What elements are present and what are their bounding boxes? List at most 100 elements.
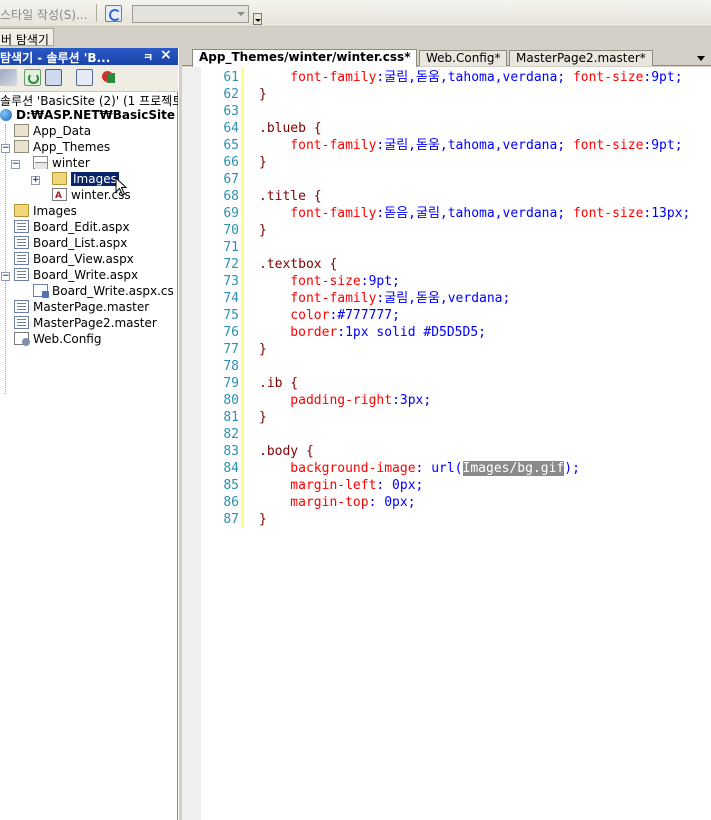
css-value: :돋음,굴림,tahoma,verdana; xyxy=(376,206,573,221)
toolbar-separator xyxy=(96,4,97,22)
tool-window-bar: 버 탐색기 xyxy=(0,27,711,47)
code-text: font-size:9pt; xyxy=(259,273,400,290)
code-line[interactable]: 69 font-family:돋음,굴림,tahoma,verdana; fon… xyxy=(182,205,711,222)
code-line[interactable]: 64 .blueb { xyxy=(182,120,711,137)
toolbar-overflow-icon[interactable] xyxy=(253,13,262,25)
tree-item-label: Web.Config xyxy=(33,332,102,346)
css-property: color xyxy=(259,308,330,323)
tree-item-app-themes[interactable]: App_Themes xyxy=(14,139,110,155)
tree-item-board-list[interactable]: Board_List.aspx xyxy=(14,235,127,251)
code-line[interactable]: 74 font-family:굴림,돋움,verdana; xyxy=(182,290,711,307)
code-line[interactable]: 73 font-size:9pt; xyxy=(182,273,711,290)
code-text: color:#777777; xyxy=(259,307,400,324)
tree-item-winter[interactable]: winter xyxy=(33,155,90,171)
css-value: :13px; xyxy=(643,206,691,221)
css-property: background-image xyxy=(259,461,416,476)
code-line[interactable]: 67 xyxy=(182,171,711,188)
class-diagram-icon[interactable] xyxy=(100,69,116,86)
code-line[interactable]: 63 xyxy=(182,103,711,120)
code-line[interactable]: 66} xyxy=(182,154,711,171)
line-number: 67 xyxy=(223,172,239,187)
code-line[interactable]: 76 border:1px solid #D5D5D5; xyxy=(182,324,711,341)
tree-item-board-edit[interactable]: Board_Edit.aspx xyxy=(14,219,130,235)
code-text: } xyxy=(259,341,267,358)
solution-node[interactable]: 솔루션 'BasicSite (2)' (1 프로젝트) xyxy=(0,92,178,109)
tree-item-masterpage[interactable]: MasterPage.master xyxy=(14,299,149,315)
css-value: :#777777; xyxy=(329,308,400,323)
tree-item-app-data[interactable]: App_Data xyxy=(14,123,91,139)
line-number: 82 xyxy=(223,427,239,442)
code-line[interactable]: 78 xyxy=(182,358,711,375)
line-number: 69 xyxy=(223,206,239,221)
tree-item-images[interactable]: Images xyxy=(14,203,77,219)
code-line[interactable]: 80 padding-right:3px; xyxy=(182,392,711,409)
style-builder-label[interactable]: 스타일 작성(S)... xyxy=(0,4,97,23)
code-line[interactable]: 83 .body { xyxy=(182,443,711,460)
css-selector: .blueb { xyxy=(259,121,322,136)
line-number: 70 xyxy=(223,223,239,238)
tree-item-board-write[interactable]: Board_Write.aspx xyxy=(14,267,138,283)
tab-masterpage2[interactable]: MasterPage2.master* xyxy=(509,50,653,66)
code-line[interactable]: 81} xyxy=(182,409,711,426)
code-line[interactable]: 71 xyxy=(182,239,711,256)
tree-item-label: App_Data xyxy=(33,124,92,138)
css-property: border xyxy=(259,325,338,340)
code-line[interactable]: 85 margin-left: 0px; xyxy=(182,477,711,494)
tab-web-config[interactable]: Web.Config* xyxy=(419,50,508,66)
project-node[interactable]: D:₩ASP.NET₩BasicSite xyxy=(0,108,178,122)
code-editor[interactable]: 61 font-family:굴림,돋움,tahoma,verdana; fon… xyxy=(182,67,711,820)
css-property: margin-top xyxy=(259,495,369,510)
expand-icon[interactable]: + xyxy=(31,176,40,185)
properties-icon[interactable] xyxy=(0,69,17,86)
css-value: :1px solid #D5D5D5; xyxy=(337,325,486,340)
code-line[interactable]: 70} xyxy=(182,222,711,239)
code-line[interactable]: 87} xyxy=(182,511,711,528)
style-combo-box[interactable] xyxy=(132,5,249,23)
collapse-icon[interactable]: − xyxy=(1,144,10,153)
line-number: 84 xyxy=(223,461,239,476)
close-icon[interactable]: × xyxy=(160,47,172,63)
code-line[interactable]: 79 .ib { xyxy=(182,375,711,392)
refresh-icon[interactable] xyxy=(105,5,122,22)
explorer-tool-tab[interactable]: 버 탐색기 xyxy=(0,28,54,47)
collapse-icon[interactable]: − xyxy=(1,272,10,281)
refresh-icon[interactable] xyxy=(24,69,41,86)
code-line[interactable]: 86 margin-top: 0px; xyxy=(182,494,711,511)
code-line[interactable]: 61 font-family:굴림,돋움,tahoma,verdana; fon… xyxy=(182,69,711,86)
tree-item-label: Board_Write.aspx.cs xyxy=(52,284,174,298)
tree-item-masterpage2[interactable]: MasterPage2.master xyxy=(14,315,157,331)
code-text: } xyxy=(259,409,267,426)
show-all-files-icon[interactable] xyxy=(45,69,62,86)
tab-winter-css[interactable]: App_Themes/winter/winter.css* xyxy=(192,49,418,67)
code-line[interactable]: 77} xyxy=(182,341,711,358)
tab-list-dropdown-icon[interactable] xyxy=(697,56,705,61)
view-designer-icon[interactable] xyxy=(76,69,93,86)
line-number: 78 xyxy=(223,359,239,374)
tree-item-web-config[interactable]: Web.Config xyxy=(14,331,101,347)
chevron-down-icon[interactable] xyxy=(237,12,245,16)
tree-item-board-write-cs[interactable]: Board_Write.aspx.cs xyxy=(33,283,174,299)
code-line[interactable]: 68 .title { xyxy=(182,188,711,205)
css-selector: } xyxy=(259,512,267,527)
code-line[interactable]: 75 color:#777777; xyxy=(182,307,711,324)
tree-item-board-view[interactable]: Board_View.aspx xyxy=(14,251,134,267)
tree-item-label: Board_Write.aspx xyxy=(33,268,139,282)
code-line[interactable]: 72 .textbox { xyxy=(182,256,711,273)
css-value: :9pt; xyxy=(643,138,683,153)
tree-item-theme-images[interactable]: Images xyxy=(52,171,119,187)
line-number: 62 xyxy=(223,87,239,102)
tree-item-label: Images xyxy=(33,204,77,218)
code-line[interactable]: 84 background-image: url(Images/bg.gif); xyxy=(182,460,711,477)
css-value: : url( xyxy=(415,461,463,476)
css-value: :굴림,돋움,verdana; xyxy=(376,291,511,306)
code-text: .title { xyxy=(259,188,322,205)
panel-title-bar[interactable]: 탐색기 - 솔루션 'B... ㅋ × xyxy=(0,47,178,65)
code-line[interactable]: 62} xyxy=(182,86,711,103)
css-selector: } xyxy=(259,155,267,170)
pin-icon[interactable]: ㅋ xyxy=(143,49,153,65)
code-line[interactable]: 65 font-family:굴림,돋움,tahoma,verdana; fon… xyxy=(182,137,711,154)
css-selector: } xyxy=(259,87,267,102)
code-text: font-family:굴림,돋움,verdana; xyxy=(259,290,510,307)
collapse-icon[interactable]: − xyxy=(11,160,20,169)
code-line[interactable]: 82 xyxy=(182,426,711,443)
